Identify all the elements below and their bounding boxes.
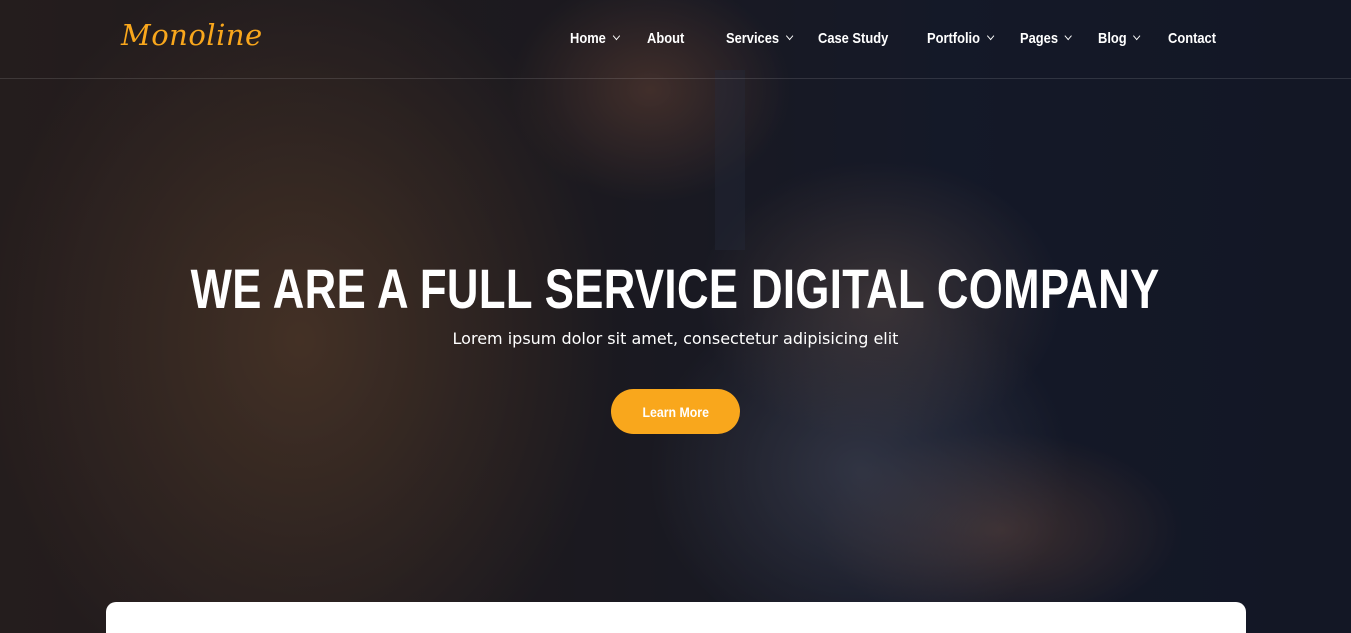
- nav-item-label: Blog: [1098, 30, 1127, 47]
- nav-item-pages[interactable]: Pages: [1020, 30, 1072, 47]
- nav-item-services[interactable]: Services: [726, 30, 794, 47]
- nav-item-case-study[interactable]: Case Study: [818, 30, 888, 47]
- chevron-down-icon: [785, 31, 794, 41]
- nav-item-label: Pages: [1020, 30, 1059, 47]
- chevron-down-icon: [1064, 31, 1072, 41]
- nav-item-label: Case Study: [818, 30, 889, 47]
- hero-headline-text: WE ARE A FULL SERVICE DIGITAL COMPANY: [191, 257, 1160, 320]
- nav-item-contact[interactable]: Contact: [1168, 30, 1216, 47]
- site-logo[interactable]: Monoline: [121, 18, 263, 52]
- nav-item-home[interactable]: Home: [570, 30, 620, 47]
- chevron-down-icon: [1133, 31, 1141, 41]
- hero-headline: WE ARE A FULL SERVICE DIGITAL COMPANY: [0, 254, 1351, 324]
- nav-item-label: About: [647, 30, 685, 47]
- nav-item-label: Contact: [1168, 30, 1217, 47]
- learn-more-label: Learn More: [642, 403, 709, 420]
- chevron-down-icon: [986, 31, 994, 41]
- hero-section: Monoline Home About Services Case Study …: [0, 0, 1351, 633]
- nav-item-blog[interactable]: Blog: [1098, 30, 1141, 47]
- learn-more-button[interactable]: Learn More: [611, 389, 740, 434]
- nav-item-about[interactable]: About: [647, 30, 684, 47]
- nav-item-portfolio[interactable]: Portfolio: [927, 30, 994, 47]
- chevron-down-icon: [612, 31, 620, 41]
- hero-subtitle: Lorem ipsum dolor sit amet, consectetur …: [452, 329, 899, 348]
- site-header: Monoline Home About Services Case Study …: [0, 0, 1351, 79]
- content-card: [106, 602, 1246, 633]
- nav-item-label: Portfolio: [927, 30, 981, 47]
- nav-item-label: Home: [570, 30, 606, 47]
- nav-item-label: Services: [726, 30, 780, 47]
